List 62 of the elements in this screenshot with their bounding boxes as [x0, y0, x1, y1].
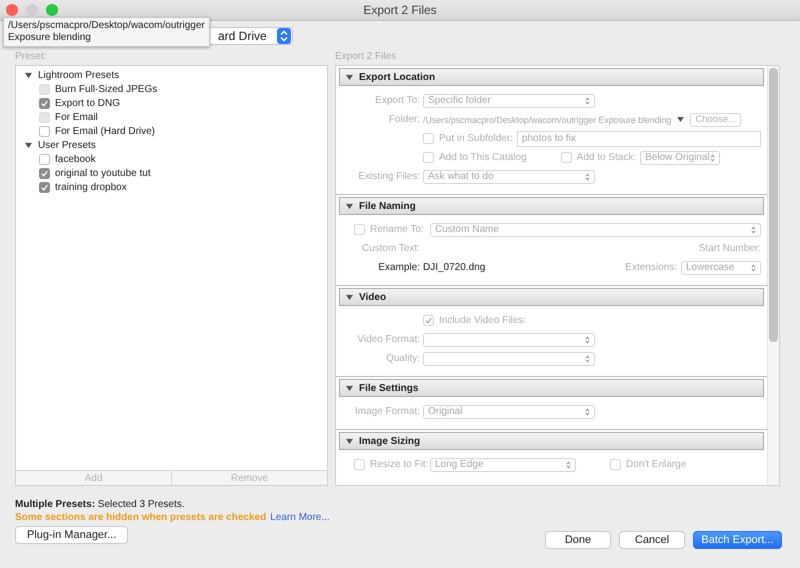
- field-label: Image Format:: [354, 406, 420, 417]
- preset-group[interactable]: Lightroom Presets: [16, 68, 327, 82]
- window-title: Export 2 Files: [363, 3, 437, 17]
- field-label: Quality:: [386, 353, 420, 364]
- stepper-icon: [710, 154, 716, 162]
- stepper-icon: [585, 408, 590, 416]
- checkbox[interactable]: training dropbox: [39, 182, 127, 192]
- section-header[interactable]: File Naming: [339, 197, 764, 215]
- checkbox-icon[interactable]: [39, 154, 50, 164]
- checkbox-icon[interactable]: [39, 182, 50, 192]
- caret-icon[interactable]: [677, 117, 684, 122]
- field-label: Example:: [378, 262, 420, 273]
- close-button[interactable]: [6, 4, 18, 16]
- stepper-icon: [585, 172, 590, 180]
- checkbox[interactable]: Export to DNG: [39, 98, 120, 108]
- dialog-button[interactable]: Done: [545, 531, 611, 549]
- field-label: Folder:: [388, 114, 420, 125]
- disclosure-icon[interactable]: [346, 202, 353, 210]
- preset-group[interactable]: User Presets: [16, 138, 327, 152]
- warning-message: Some sections are hidden when presets are checked: [15, 512, 266, 523]
- field-label: Start Number:: [698, 243, 761, 254]
- path-tooltip: /Users/pscmacpro/Desktop/wacom/outrigger Exposure blending: [3, 17, 210, 47]
- scrollbar[interactable]: [767, 66, 779, 485]
- minimize-button[interactable]: [26, 4, 38, 16]
- disclosure-icon[interactable]: [346, 384, 353, 392]
- preset-caption: Preset:: [15, 51, 47, 64]
- field-label: Export To:: [375, 95, 420, 106]
- section-header[interactable]: File Settings: [339, 379, 764, 397]
- disclosure-icon[interactable]: [346, 74, 353, 80]
- disclosure-icon[interactable]: [25, 72, 32, 78]
- disclosure-icon[interactable]: [346, 294, 353, 300]
- learn-more-link[interactable]: Learn More...: [270, 512, 330, 523]
- zoom-button[interactable]: [46, 4, 58, 16]
- settings-caption: Export 2 Files: [335, 51, 396, 64]
- section-header[interactable]: Video: [339, 288, 764, 306]
- section-header[interactable]: Image Sizing: [339, 432, 764, 450]
- stepper-icon: [566, 460, 571, 468]
- disclosure-icon[interactable]: [346, 438, 353, 444]
- checkbox[interactable]: original to youtube tut: [39, 168, 151, 178]
- example-filename: DJI_0720.dng: [423, 262, 486, 273]
- stepper-icon: [585, 96, 590, 104]
- field-label: Video Format:: [357, 334, 420, 345]
- field-label: Custom Text:: [362, 243, 420, 254]
- checkbox-icon[interactable]: [39, 168, 50, 178]
- field-label: Existing Files:: [358, 171, 420, 182]
- stepper-icon: [585, 354, 590, 362]
- checkbox-icon[interactable]: [39, 98, 50, 108]
- checkbox-icon[interactable]: [39, 126, 50, 136]
- stepper-icon: [585, 336, 590, 344]
- selection-summary: Multiple Presets: Selected 3 Presets.: [15, 499, 185, 510]
- checkbox[interactable]: facebook: [39, 154, 96, 164]
- stepper-icon: [751, 226, 756, 234]
- batch-export-button[interactable]: Batch Export...: [693, 531, 782, 549]
- folder-path: /Users/pscmacpro/Desktop/wacom/outrigger Exposure blending: [423, 114, 672, 124]
- field-label: Extensions:: [625, 262, 677, 273]
- dialog-button[interactable]: Cancel: [619, 531, 685, 549]
- section-header[interactable]: Export Location: [339, 68, 764, 86]
- plugin-manager-button[interactable]: Plug-in Manager...: [15, 526, 128, 544]
- disclosure-icon[interactable]: [25, 142, 32, 148]
- checkbox[interactable]: For Email (Hard Drive): [39, 126, 156, 136]
- stepper-icon: [276, 28, 291, 44]
- stepper-icon: [751, 264, 756, 272]
